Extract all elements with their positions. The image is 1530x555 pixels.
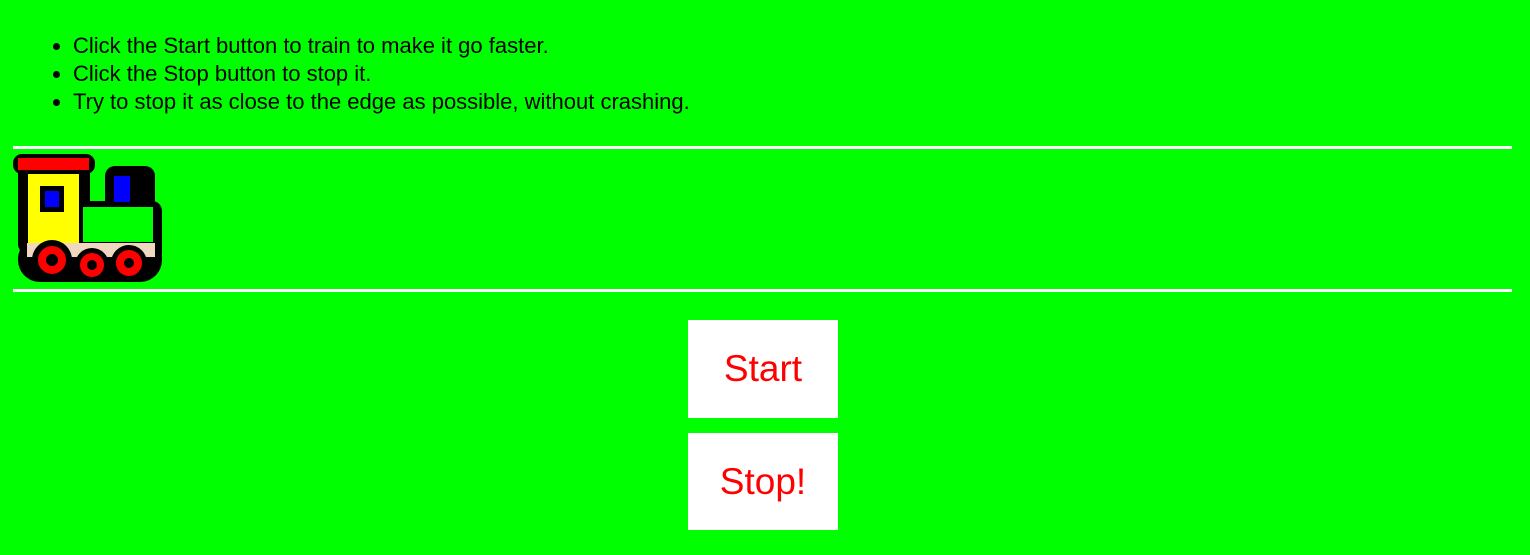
controls: Start Stop! (688, 320, 838, 530)
instruction-item: Click the Stop button to stop it. (73, 60, 690, 88)
toy-train-icon (13, 154, 162, 282)
instruction-item: Try to stop it as close to the edge as p… (73, 88, 690, 116)
instruction-item: Click the Start button to train to make … (73, 32, 690, 60)
stop-button[interactable]: Stop! (688, 433, 838, 530)
instructions-list: Click the Start button to train to make … (33, 32, 690, 116)
start-button[interactable]: Start (688, 320, 838, 418)
train-track (13, 146, 1512, 292)
